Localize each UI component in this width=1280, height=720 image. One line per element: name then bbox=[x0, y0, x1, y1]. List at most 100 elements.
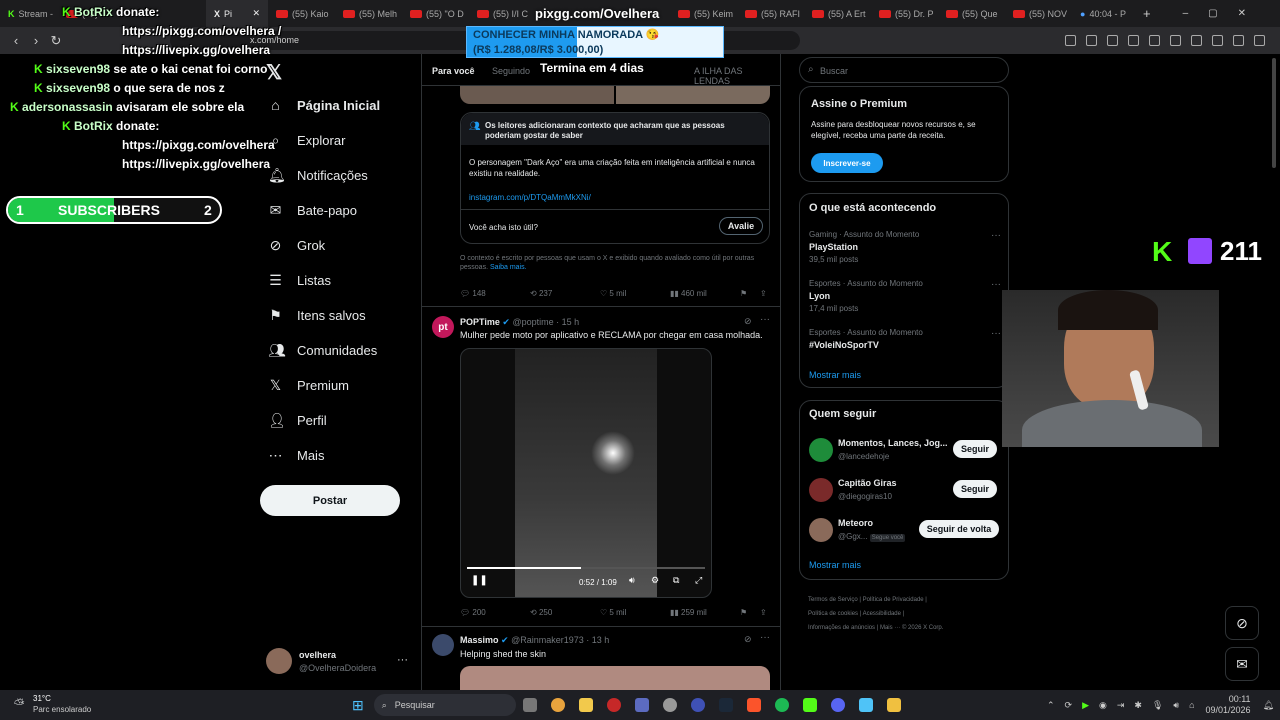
ext-icon[interactable] bbox=[1254, 35, 1265, 46]
window-controls[interactable]: –▢✕ bbox=[1183, 8, 1266, 19]
follow-name[interactable]: Meteoro bbox=[838, 518, 873, 528]
nav-profile[interactable]: 👤︎ Perfil bbox=[268, 403, 327, 438]
rate-button[interactable]: Avalie bbox=[719, 217, 763, 235]
footer-link[interactable]: Mais ··· bbox=[880, 625, 900, 631]
ext-icon[interactable] bbox=[1149, 35, 1160, 46]
task-view-icon[interactable] bbox=[522, 698, 537, 712]
ext-icon[interactable] bbox=[1065, 35, 1076, 46]
tab-8[interactable]: (55) RAFI bbox=[737, 0, 804, 27]
tray-icon[interactable]: ◉ bbox=[1099, 700, 1107, 711]
steam-icon[interactable] bbox=[718, 698, 733, 712]
tab-11[interactable]: (55) Que bbox=[938, 0, 1005, 27]
kick-icon[interactable] bbox=[802, 698, 817, 712]
nav-bookmarks[interactable]: ⚑ Itens salvos bbox=[268, 298, 365, 333]
bookmark-icon[interactable]: ⚑ bbox=[740, 289, 747, 298]
post-image[interactable] bbox=[460, 86, 614, 104]
post-image[interactable] bbox=[460, 666, 770, 690]
clock[interactable]: 00:11 09/01/2026 bbox=[1206, 694, 1251, 716]
mail-icon[interactable]: ✉ bbox=[1225, 647, 1259, 681]
mic-icon[interactable]: 🎙︎ bbox=[1152, 700, 1163, 711]
views-action[interactable]: ▮▮ 460 mil bbox=[670, 289, 707, 298]
follow-button[interactable]: Seguir bbox=[953, 440, 997, 458]
author-name[interactable]: POPTime bbox=[460, 317, 500, 327]
tab-4[interactable]: (55) Melh bbox=[335, 0, 402, 27]
ext-icon[interactable] bbox=[1170, 35, 1181, 46]
scrollbar[interactable] bbox=[1272, 58, 1276, 168]
nav-communities[interactable]: 👥︎ Comunidades bbox=[268, 333, 377, 368]
subscribe-button[interactable]: Inscrever-se bbox=[811, 153, 883, 173]
chrome-icon[interactable] bbox=[550, 698, 565, 712]
avatar[interactable] bbox=[266, 648, 292, 674]
share-icon[interactable]: ⇪ bbox=[760, 608, 767, 617]
avatar[interactable] bbox=[809, 478, 833, 502]
nav-grok[interactable]: ⊘ Grok bbox=[268, 228, 326, 263]
footer-link[interactable]: Informações de anúncios bbox=[808, 625, 875, 631]
account-more-icon[interactable]: ··· bbox=[397, 654, 408, 666]
volume-icon[interactable]: 🔊︎ bbox=[1173, 700, 1179, 711]
video-player[interactable]: ❚❚ 0:52 / 1:09 🔊︎ ⚙ ⧉ ⤢ bbox=[460, 348, 712, 598]
repost-action[interactable]: ⟲ 237 bbox=[530, 289, 552, 298]
tab-12[interactable]: (55) NOV bbox=[1005, 0, 1072, 27]
new-tab-icon[interactable]: + bbox=[1143, 6, 1151, 21]
avatar[interactable]: pt bbox=[432, 316, 454, 338]
more-icon[interactable]: ··· bbox=[991, 230, 1001, 241]
fullscreen-icon[interactable]: ⤢ bbox=[695, 575, 702, 586]
obs-icon[interactable] bbox=[662, 698, 677, 712]
tab-6[interactable]: (55) I/I C bbox=[469, 0, 536, 27]
grok-icon[interactable]: ⊘ bbox=[744, 316, 752, 327]
grok-icon[interactable]: ⊘ bbox=[744, 634, 752, 645]
follow-name[interactable]: Momentos, Lances, Jog... bbox=[838, 438, 948, 448]
post-image[interactable] bbox=[616, 86, 770, 104]
nav-premium[interactable]: 𝕏 Premium bbox=[268, 368, 349, 403]
follow-show-more[interactable]: Mostrar mais bbox=[809, 560, 861, 570]
app-icon[interactable] bbox=[634, 698, 649, 712]
nav-more[interactable]: ⋯ Mais bbox=[268, 438, 325, 473]
nav-lists[interactable]: ☰ Listas bbox=[268, 263, 331, 298]
brave-icon[interactable] bbox=[746, 698, 761, 712]
share-icon[interactable]: ⇪ bbox=[760, 289, 767, 298]
follow-back-button[interactable]: Seguir de volta bbox=[919, 520, 999, 538]
spotify-icon[interactable] bbox=[774, 698, 789, 712]
follow-button[interactable]: Seguir bbox=[953, 480, 997, 498]
footer-link[interactable]: Acessibilidade bbox=[863, 611, 901, 617]
tray-icon[interactable]: ▶ bbox=[1082, 700, 1089, 711]
footer-link[interactable]: Termos de Serviço bbox=[808, 597, 858, 603]
views-action[interactable]: ▮▮ 259 mil bbox=[670, 608, 707, 617]
network-icon[interactable]: ⌂ bbox=[1189, 700, 1194, 710]
repost-action[interactable]: ⟲ 250 bbox=[530, 608, 552, 617]
settings-icon[interactable]: ⚙ bbox=[651, 575, 659, 586]
trend-item[interactable]: Gaming · Assunto do Momento PlayStation … bbox=[809, 230, 1001, 264]
bluetooth-icon[interactable]: ✱ bbox=[1134, 700, 1142, 711]
more-icon[interactable]: ··· bbox=[991, 328, 1001, 339]
trend-item[interactable]: Esportes · Assunto do Momento #VoleiNoSp… bbox=[809, 328, 1001, 350]
tab-13[interactable]: ● 40:04 - P bbox=[1072, 0, 1139, 27]
tab-list[interactable]: A ILHA DAS LENDAS bbox=[694, 66, 780, 86]
more-icon[interactable]: ··· bbox=[760, 314, 770, 325]
tab-9[interactable]: (55) A Ert bbox=[804, 0, 871, 27]
app-icon[interactable] bbox=[690, 698, 705, 712]
weather-widget[interactable]: ⛅︎ 31°C Parc ensolarado bbox=[0, 690, 120, 720]
ext-icon[interactable] bbox=[1233, 35, 1244, 46]
windows-start-icon[interactable]: ⊞ bbox=[352, 697, 364, 714]
like-action[interactable]: ♡ 5 mil bbox=[600, 289, 626, 298]
pip-icon[interactable]: ⧉ bbox=[673, 575, 679, 586]
tray-chevron-icon[interactable]: ⌃ bbox=[1047, 700, 1055, 711]
follow-name[interactable]: Capitão Giras bbox=[838, 478, 897, 488]
ext-icon[interactable] bbox=[1107, 35, 1118, 46]
tab-7[interactable]: (55) Keim bbox=[670, 0, 737, 27]
reply-action[interactable]: 💬︎ 148 bbox=[460, 289, 486, 298]
ext-icon[interactable] bbox=[1191, 35, 1202, 46]
tab-for-you[interactable]: Para você bbox=[432, 66, 475, 76]
reply-action[interactable]: 💬︎ 200 bbox=[460, 608, 486, 617]
footer-link[interactable]: Política de Privacidade bbox=[863, 597, 924, 603]
more-icon[interactable]: ··· bbox=[760, 632, 770, 643]
volume-icon[interactable]: 🔊︎ bbox=[629, 575, 635, 586]
opera-icon[interactable] bbox=[606, 698, 621, 712]
ext-icon[interactable] bbox=[1212, 35, 1223, 46]
bookmark-icon[interactable]: ⚑ bbox=[740, 608, 747, 617]
avatar[interactable] bbox=[809, 518, 833, 542]
trend-item[interactable]: Esportes · Assunto do Momento Lyon 17,4 … bbox=[809, 279, 1001, 313]
avatar[interactable] bbox=[432, 634, 454, 656]
notification-bell-icon[interactable]: 🔔︎ bbox=[1263, 700, 1274, 711]
ext-icon[interactable] bbox=[1086, 35, 1097, 46]
